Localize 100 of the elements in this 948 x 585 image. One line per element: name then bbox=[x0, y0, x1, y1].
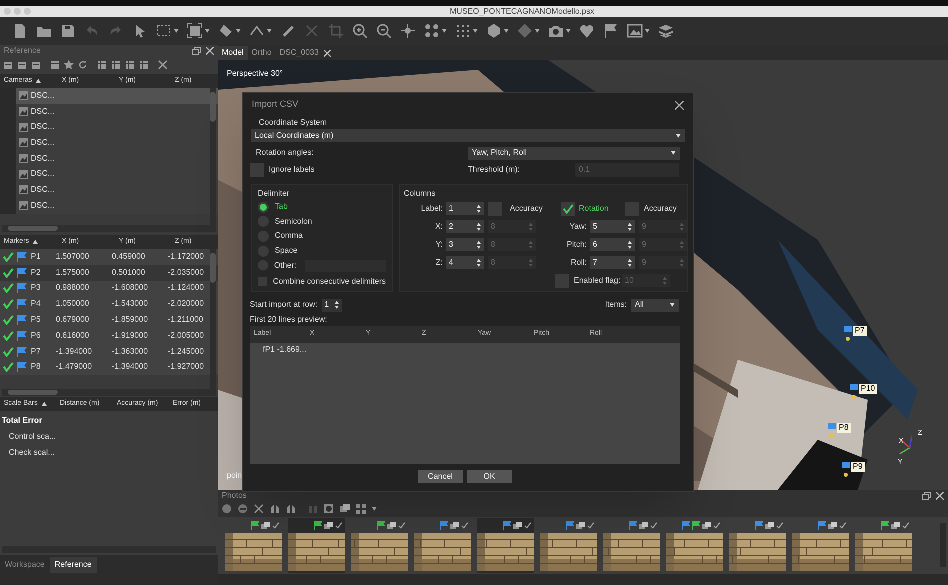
zoom-out-icon[interactable] bbox=[376, 23, 392, 39]
caret-icon[interactable] bbox=[205, 29, 210, 33]
tree-item[interactable]: Control sca... bbox=[9, 431, 56, 443]
frame-icon[interactable] bbox=[187, 23, 203, 39]
thumbnails-icon[interactable] bbox=[356, 504, 366, 514]
checkmark-icon[interactable] bbox=[3, 252, 14, 262]
photo-thumbnail[interactable] bbox=[477, 518, 534, 573]
radio-button[interactable] bbox=[258, 202, 269, 213]
number-field[interactable]: 1 bbox=[446, 202, 484, 215]
cross-icon[interactable] bbox=[254, 504, 264, 514]
table-row[interactable]: P6 0.616000 -1.919000 -2.005000 bbox=[0, 328, 218, 344]
checkbox[interactable] bbox=[561, 202, 575, 216]
tools-icon[interactable] bbox=[158, 60, 168, 70]
caret-icon[interactable] bbox=[442, 29, 447, 33]
tree-item[interactable]: Check scal... bbox=[9, 447, 55, 459]
close-icon[interactable] bbox=[936, 492, 944, 500]
caret-icon[interactable] bbox=[535, 29, 540, 33]
star-icon[interactable] bbox=[64, 60, 74, 70]
group-label[interactable]: Total Error bbox=[2, 415, 42, 427]
rectangle-select-icon[interactable] bbox=[156, 23, 172, 39]
dialog-button[interactable]: OK bbox=[467, 470, 512, 483]
number-field[interactable]: 1 bbox=[322, 298, 342, 312]
caret-icon[interactable] bbox=[372, 507, 377, 511]
photo-thumbnail[interactable] bbox=[603, 518, 660, 573]
close-icon[interactable] bbox=[675, 100, 684, 110]
photo-thumbnail[interactable] bbox=[414, 518, 471, 573]
restore-icon[interactable] bbox=[192, 47, 201, 55]
caret-icon[interactable] bbox=[566, 29, 571, 33]
minus-circle-icon[interactable] bbox=[238, 504, 248, 514]
caret-icon[interactable] bbox=[473, 29, 478, 33]
close-icon[interactable] bbox=[206, 47, 214, 55]
shape-icon[interactable] bbox=[218, 23, 234, 39]
table-icon[interactable] bbox=[3, 60, 13, 70]
columns-icon[interactable] bbox=[139, 60, 149, 70]
scrollbar[interactable] bbox=[2, 389, 216, 396]
close-icon[interactable] bbox=[324, 50, 331, 56]
number-field[interactable]: 7 bbox=[590, 256, 635, 269]
panel-tab[interactable]: Workspace bbox=[0, 557, 50, 573]
save-icon[interactable] bbox=[60, 23, 76, 39]
view-tab[interactable]: Model bbox=[218, 46, 248, 60]
caret-icon[interactable] bbox=[267, 29, 272, 33]
table-row[interactable]: P1 1.507000 0.459000 -1.172000 bbox=[0, 249, 218, 265]
table-icon[interactable] bbox=[17, 60, 27, 70]
layers-icon[interactable] bbox=[658, 23, 674, 39]
move-icon[interactable] bbox=[400, 23, 416, 39]
refresh-icon[interactable] bbox=[78, 60, 88, 70]
caret-icon[interactable] bbox=[645, 29, 650, 33]
sort-arrow-icon[interactable] bbox=[42, 402, 47, 406]
mask-icon[interactable] bbox=[324, 504, 334, 514]
calendar-icon[interactable] bbox=[50, 60, 60, 70]
rotate-icon[interactable] bbox=[286, 504, 296, 514]
view-tab[interactable]: DSC_0033 bbox=[276, 46, 335, 60]
table-row[interactable]: P2 1.575000 0.501000 -2.035000 bbox=[0, 264, 218, 281]
image-icon[interactable] bbox=[627, 23, 643, 39]
number-field[interactable]: 2 bbox=[446, 220, 484, 233]
table-row[interactable]: P8 -1.479000 -1.394000 -1.927000 bbox=[0, 360, 218, 376]
photo-thumbnail[interactable] bbox=[225, 518, 282, 573]
columns-icon[interactable] bbox=[97, 60, 107, 70]
flag-icon[interactable] bbox=[603, 23, 619, 39]
number-field[interactable]: 3 bbox=[446, 238, 484, 251]
spin-arrows-icon[interactable] bbox=[477, 204, 481, 212]
grid-icon[interactable] bbox=[455, 23, 471, 39]
table-row[interactable]: P4 1.050000 -1.543000 -2.020000 bbox=[0, 296, 218, 312]
restore-icon[interactable] bbox=[922, 492, 931, 500]
dots-icon[interactable] bbox=[424, 23, 440, 39]
camera-icon[interactable] bbox=[548, 23, 564, 39]
number-field[interactable]: 4 bbox=[446, 256, 484, 269]
spin-arrows-icon[interactable] bbox=[628, 222, 632, 230]
spin-arrows-icon[interactable] bbox=[334, 301, 339, 309]
check-circle-icon[interactable] bbox=[222, 504, 232, 514]
photo-thumbnail[interactable] bbox=[540, 518, 597, 573]
columns-icon[interactable] bbox=[111, 60, 121, 70]
checkmark-icon[interactable] bbox=[3, 330, 14, 341]
caret-icon[interactable] bbox=[236, 29, 241, 33]
photo-thumbnail[interactable] bbox=[666, 518, 723, 573]
table-row[interactable]: DSC... bbox=[0, 104, 218, 120]
checkmark-icon[interactable] bbox=[3, 315, 14, 326]
document-icon[interactable] bbox=[12, 23, 28, 39]
columns-icon[interactable] bbox=[125, 60, 135, 70]
heart-icon[interactable] bbox=[579, 23, 595, 39]
scrollbar[interactable] bbox=[2, 225, 216, 232]
spin-arrows-icon[interactable] bbox=[477, 240, 481, 248]
spin-arrows-icon[interactable] bbox=[477, 258, 481, 266]
sort-arrow-icon[interactable] bbox=[36, 79, 42, 83]
checkmark-icon[interactable] bbox=[3, 362, 14, 372]
table-row[interactable]: P7 -1.394000 -1.363000 -1.245000 bbox=[0, 344, 218, 360]
checkmark-icon[interactable] bbox=[3, 299, 14, 310]
photo-thumbnail[interactable] bbox=[288, 518, 345, 573]
view-tab[interactable]: Ortho bbox=[248, 46, 276, 60]
spin-arrows-icon[interactable] bbox=[628, 258, 632, 266]
number-field[interactable]: 6 bbox=[590, 238, 635, 251]
checkmark-icon[interactable] bbox=[3, 346, 14, 357]
caret-icon[interactable] bbox=[504, 29, 509, 33]
caret-icon[interactable] bbox=[174, 29, 179, 33]
spin-arrows-icon[interactable] bbox=[628, 240, 632, 248]
dropdown[interactable]: Local Coordinates (m) bbox=[251, 129, 685, 142]
spin-arrows-icon[interactable] bbox=[477, 222, 481, 230]
checkbox[interactable] bbox=[250, 163, 264, 177]
number-field[interactable]: 5 bbox=[590, 220, 635, 233]
checkmark-icon[interactable] bbox=[3, 268, 14, 278]
